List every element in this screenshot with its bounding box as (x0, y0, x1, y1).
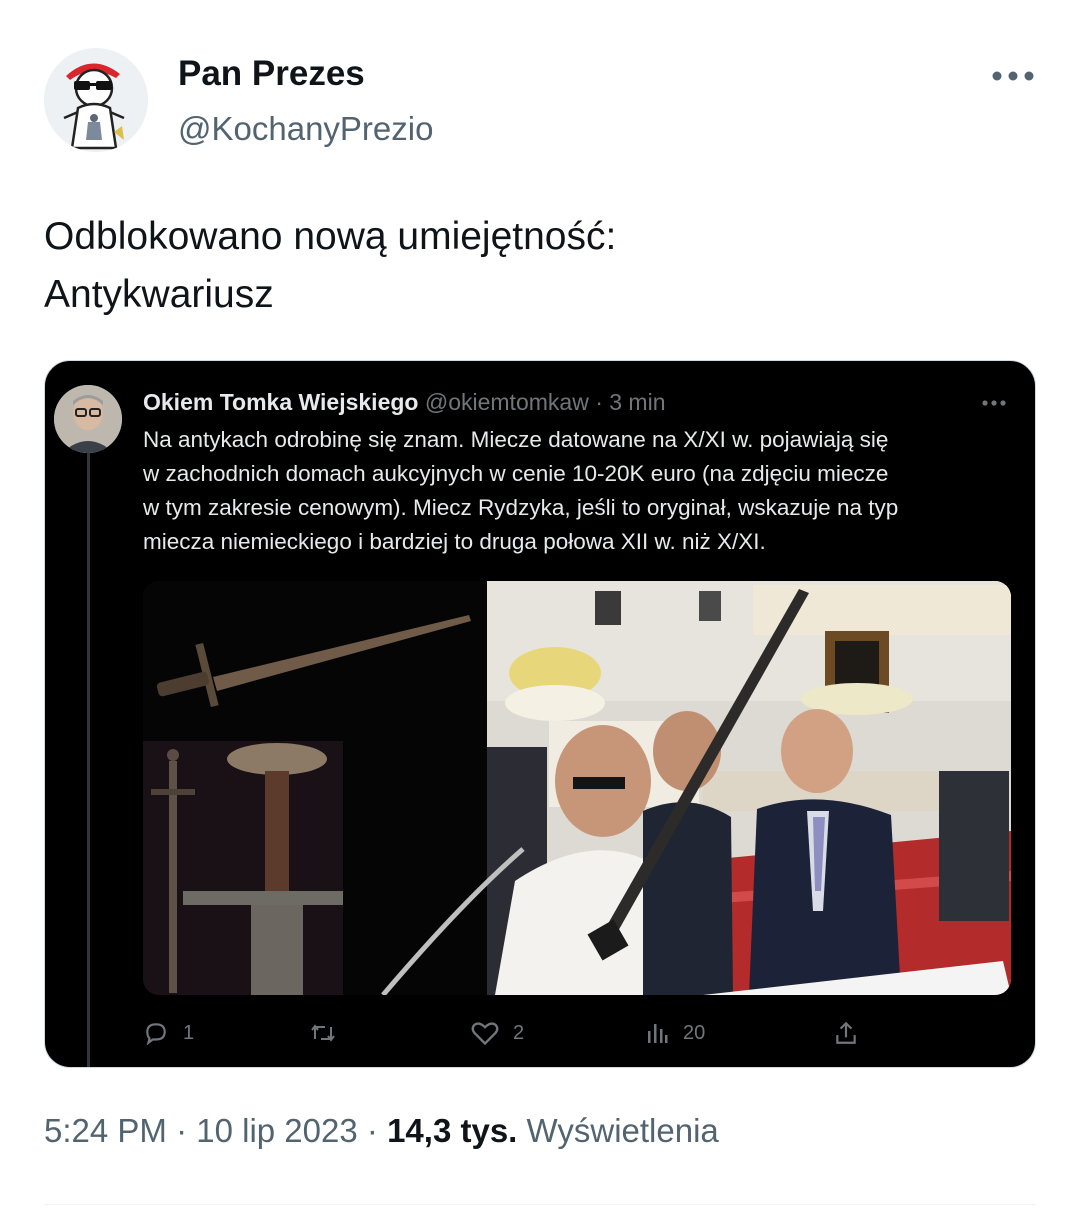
photo-collage-image (143, 581, 1011, 995)
quoted-time: · 3 min (595, 389, 666, 415)
quoted-text-line: Na antykach odrobinę się znam. Miecze da… (143, 427, 889, 452)
more-options-button[interactable] (990, 58, 1036, 94)
views-label: Wyświetlenia (526, 1112, 719, 1149)
meta-separator: · (176, 1112, 188, 1149)
tweet-time[interactable]: 5:24 PM (44, 1112, 167, 1149)
quoted-avatar (54, 385, 122, 453)
quoted-header: Okiem Tomka Wiejskiego @okiemtomkaw · 3 … (143, 389, 666, 416)
quoted-actions: 1 2 20 (143, 1013, 903, 1053)
thread-line (87, 447, 90, 1067)
views-button[interactable]: 20 (645, 1013, 705, 1053)
more-dots-icon (992, 71, 1034, 81)
reply-count: 1 (183, 1021, 195, 1044)
tweet-text-line: Antykwariusz (44, 273, 274, 316)
tweet-text-line: Odblokowano nową umiejętność: (44, 215, 617, 258)
display-name[interactable]: Pan Prezes (178, 54, 365, 94)
divider (44, 1204, 1036, 1205)
retweet-button[interactable] (309, 1013, 337, 1053)
analytics-icon (648, 1024, 668, 1043)
tweet-text: Odblokowano nową umiejętność: Antykwariu… (44, 208, 616, 324)
user-handle[interactable]: @KochanyPrezio (178, 110, 433, 148)
avatar[interactable] (44, 48, 148, 152)
like-count: 2 (513, 1021, 525, 1044)
person-photo-icon (54, 385, 122, 453)
quoted-text: Na antykach odrobinę się znam. Miecze da… (143, 423, 1023, 559)
tweet-date[interactable]: 10 lip 2023 (196, 1112, 357, 1149)
views-total: 14,3 tys. (387, 1112, 518, 1149)
tweet-meta: 5:24 PM · 10 lip 2023 · 14,3 tys. Wyświe… (44, 1112, 719, 1150)
retweet-icon (311, 1024, 335, 1042)
reply-button[interactable]: 1 (143, 1013, 194, 1053)
quoted-photo (143, 581, 1011, 995)
more-dots-icon (982, 400, 1006, 406)
quoted-text-line: w zachodnich domach aukcyjnych w cenie 1… (143, 461, 889, 486)
quoted-name[interactable]: Okiem Tomka Wiejskiego (143, 389, 418, 415)
heart-icon (471, 1022, 499, 1046)
quoted-more-button (979, 393, 1009, 413)
reply-icon (146, 1023, 166, 1046)
cartoon-avatar-icon (44, 48, 148, 152)
share-button[interactable] (833, 1013, 859, 1053)
quoted-text-line: w tym zakresie cenowym). Miecz Rydzyka, … (143, 495, 899, 520)
share-icon (836, 1021, 856, 1044)
meta-separator: · (366, 1112, 378, 1149)
embedded-tweet-screenshot[interactable]: Okiem Tomka Wiejskiego @okiemtomkaw · 3 … (44, 360, 1036, 1068)
quoted-text-line: miecza niemieckiego i bardziej to druga … (143, 529, 766, 554)
views-count: 20 (683, 1021, 706, 1044)
quoted-handle[interactable]: @okiemtomkaw (425, 389, 589, 415)
like-button[interactable]: 2 (471, 1013, 524, 1053)
